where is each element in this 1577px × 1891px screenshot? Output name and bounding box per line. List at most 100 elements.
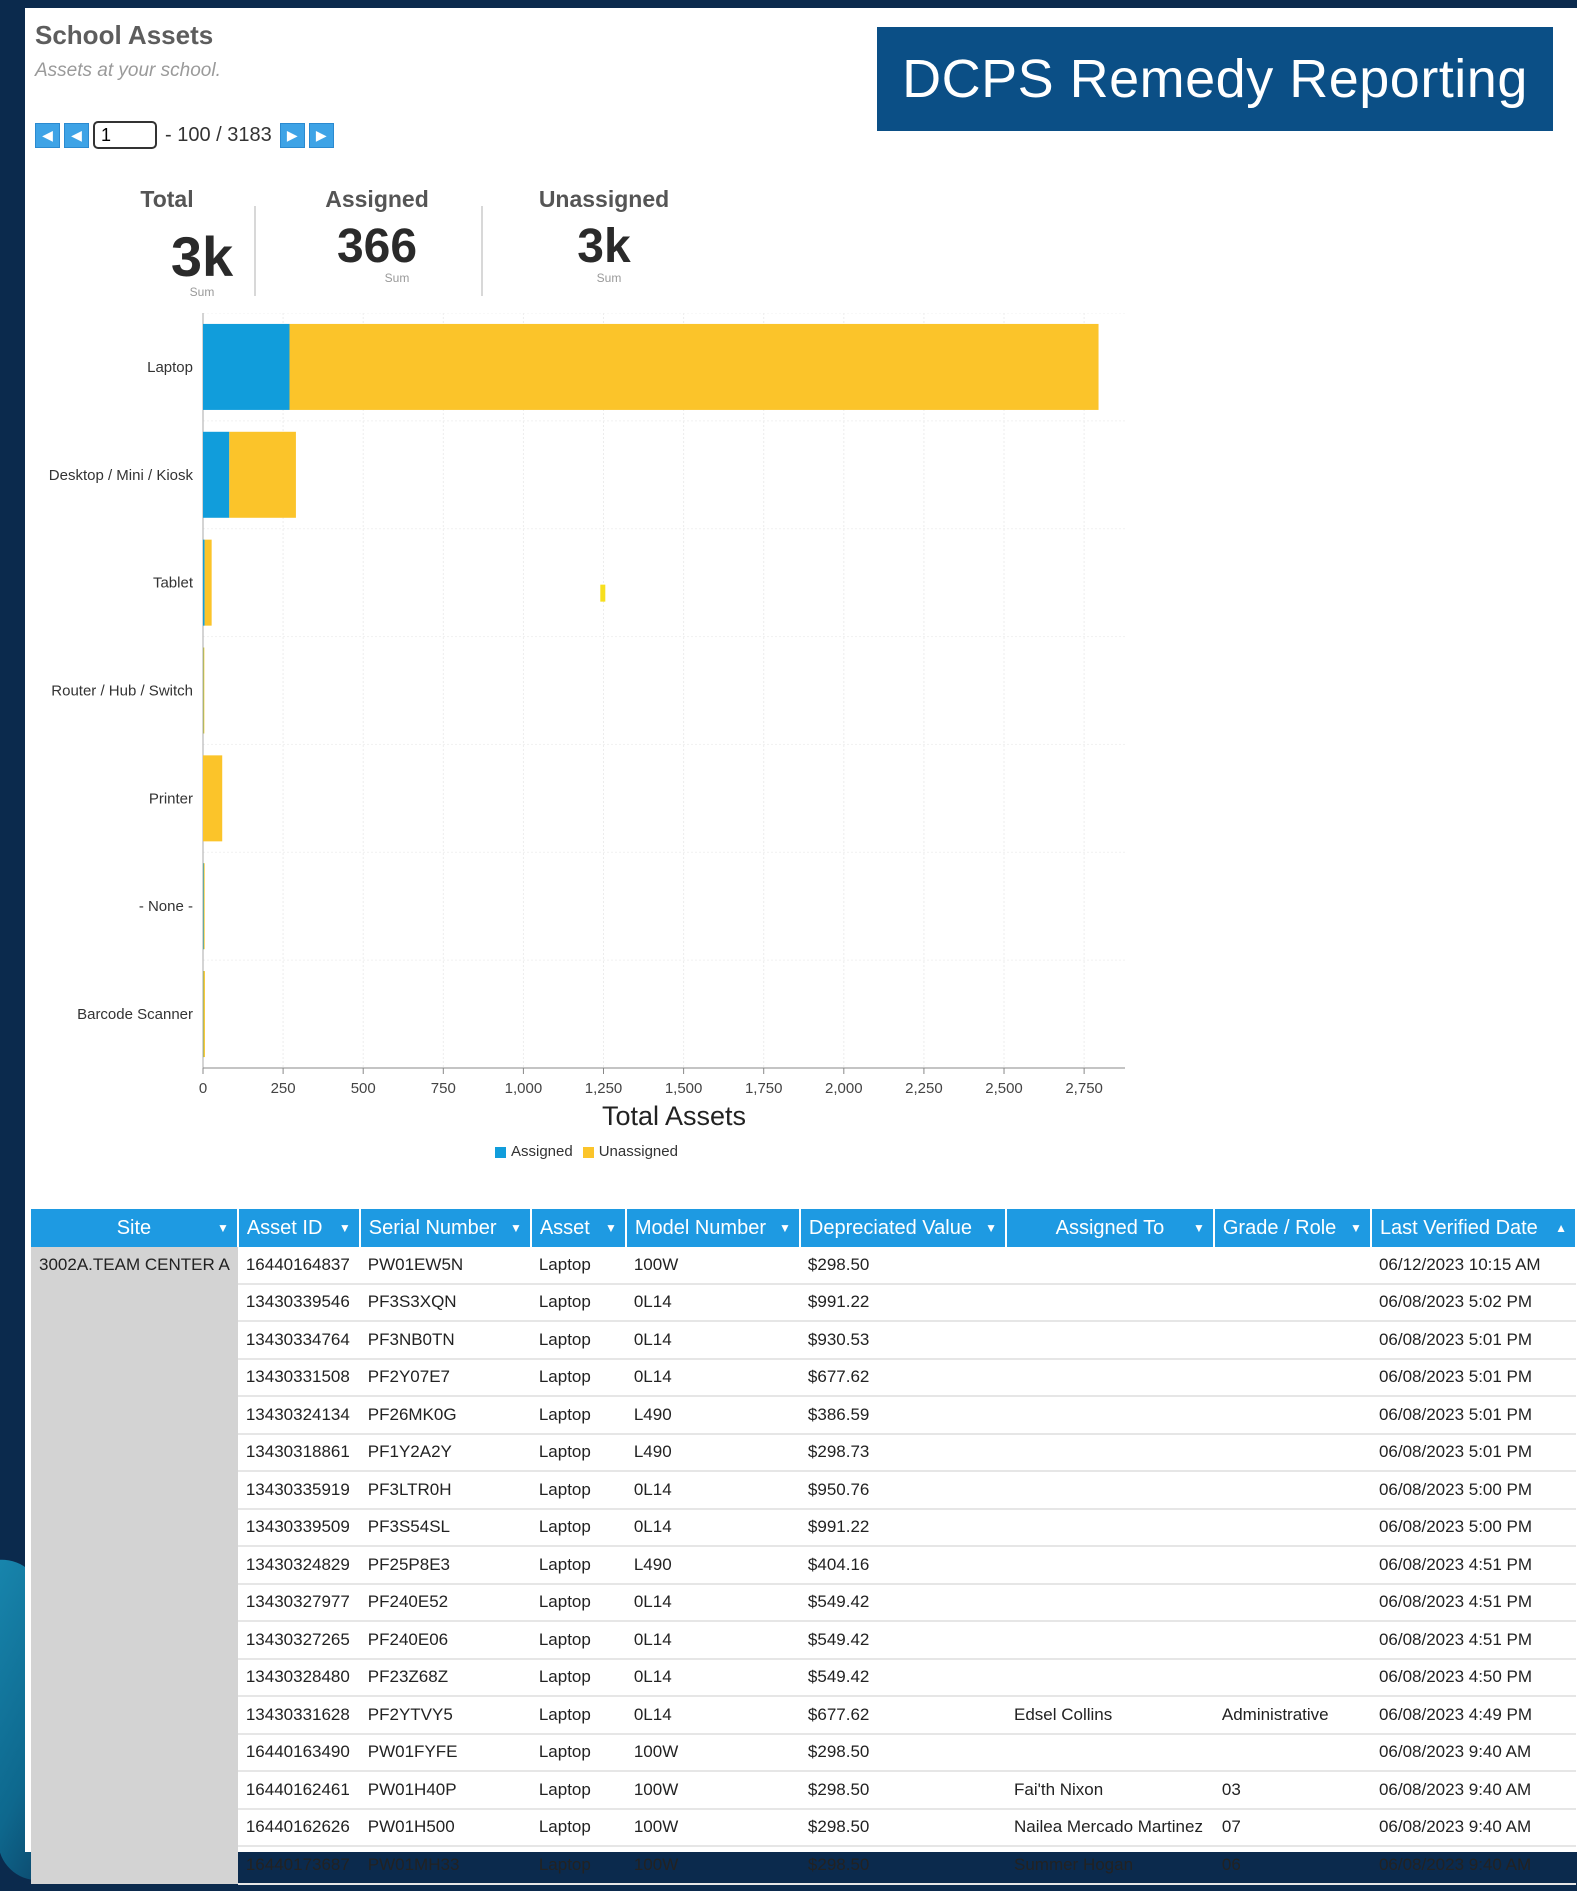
col-header-asset-id[interactable]: Asset ID ▼ (237, 1209, 361, 1247)
assigned-to-cell (1005, 1283, 1214, 1322)
serial-number-cell: PW01EW5N (359, 1247, 531, 1285)
chart-legend: Assigned Unassigned (495, 1143, 678, 1160)
first-page-icon[interactable]: ◀​ (35, 122, 60, 148)
col-header-serial-number[interactable]: Serial Number ▼ (359, 1209, 532, 1247)
table-row[interactable]: 13430327265 PF240E06 Laptop 0L14 $549.42 06/0… (31, 1621, 1576, 1660)
col-header-assigned-to[interactable]: Assigned To ▼ (1005, 1209, 1215, 1247)
sort-dropdown-icon: ▼ (509, 1221, 522, 1235)
assigned-to-cell (1005, 1358, 1214, 1397)
y-category-label: Barcode Scanner (77, 1006, 193, 1023)
asset-id-cell: 13430318861 (237, 1433, 360, 1472)
last-verified-date-cell: 06/12/2023 10:15 AM (1370, 1247, 1576, 1285)
depreciated-value-cell: $298.50 (799, 1771, 1006, 1810)
table-row[interactable]: 16440162461 PW01H40P Laptop 100W $298.50 Fai'… (31, 1771, 1576, 1810)
y-category-label: - None - (139, 898, 193, 915)
asset-id-cell: 16440162461 (237, 1771, 360, 1810)
depreciated-value-cell: $930.53 (799, 1321, 1006, 1360)
last-verified-date-cell: 06/08/2023 4:50 PM (1370, 1658, 1576, 1697)
y-category-label: Tablet (153, 575, 194, 592)
serial-number-cell: PF25P8E3 (359, 1546, 531, 1585)
grade-role-cell: 03 (1213, 1771, 1371, 1810)
sort-dropdown-icon: ▼ (338, 1221, 351, 1235)
asset-bar-chart: 0 250 500 750 1,000 1,250 1,500 1,750 2,000 2,250… (49, 313, 1125, 1131)
table-row[interactable]: 16440163490 PW01FYFE Laptop 100W $298.50 06/0… (31, 1733, 1576, 1772)
col-header-model-number[interactable]: Model Number ▼ (625, 1209, 801, 1247)
last-verified-date-cell: 06/08/2023 4:51 PM (1370, 1621, 1576, 1660)
table-row[interactable]: 13430324829 PF25P8E3 Laptop L490 $404.16 06/0… (31, 1546, 1576, 1585)
serial-number-cell: PF2YTVY5 (359, 1696, 531, 1735)
serial-number-cell: PF240E52 (359, 1583, 531, 1622)
grade-role-cell (1213, 1546, 1371, 1585)
sort-dropdown-icon: ▼ (1350, 1221, 1362, 1235)
table-row[interactable]: 3002A.TEAM CENTER A 16440164837 PW01EW5N La… (31, 1247, 1576, 1884)
table-row[interactable]: 13430328480 PF23Z68Z Laptop 0L14 $549.42 06/0… (31, 1658, 1576, 1697)
assigned-to-cell: Nailea Mercado Martinez (1005, 1808, 1214, 1847)
last-verified-date-cell: 06/08/2023 4:49 PM (1370, 1696, 1576, 1735)
model-number-cell: 100W (625, 1733, 800, 1772)
depreciated-value-cell: $677.62 (799, 1358, 1006, 1397)
col-header-depreciated-value[interactable]: Depreciated Value ▼ (799, 1209, 1007, 1247)
table-row[interactable]: 13430335919 PF3LTR0H Laptop 0L14 $950.76 06/0… (31, 1471, 1576, 1510)
asset-id-cell: 13430339509 (237, 1508, 360, 1547)
legend-unassigned[interactable]: Unassigned (582, 1143, 678, 1160)
depreciated-value-cell: $298.50 (799, 1808, 1006, 1847)
last-page-icon[interactable]: ▶​ (308, 122, 334, 148)
kpi-total-label: Total (140, 186, 194, 212)
serial-number-cell: PF2Y07E7 (359, 1358, 531, 1397)
table-row[interactable]: 13430339546 PF3S3XQN Laptop 0L14 $991.22 06/0… (31, 1283, 1576, 1322)
report-panel: School Assets Assets at your school. DCP… (25, 8, 1577, 1885)
table-row[interactable]: 13430331508 PF2Y07E7 Laptop 0L14 $677.62 06/0… (31, 1358, 1576, 1397)
serial-number-cell: PF3S54SL (359, 1508, 531, 1547)
kpi-unassigned-label: Unassigned (538, 186, 670, 212)
table-row[interactable]: 16440162626 PW01H500 Laptop 100W $298.50 Nail… (31, 1808, 1576, 1847)
y-category-label: Laptop (147, 359, 193, 376)
legend-swatch-assigned (495, 1146, 506, 1158)
table-row[interactable]: 13430339509 PF3S54SL Laptop 0L14 $991.22 06/0… (31, 1508, 1576, 1547)
bar-unassigned (203, 863, 205, 950)
asset-id-cell: 13430339546 (237, 1283, 360, 1322)
last-verified-date-cell: 06/08/2023 9:40 AM (1370, 1771, 1576, 1810)
table-row[interactable]: 13430331628 PF2YTVY5 Laptop 0L14 $677.62 Edse… (31, 1696, 1576, 1735)
asset-cell: Laptop (530, 1433, 626, 1472)
x-tick-label: 1,000 (505, 1080, 543, 1097)
grade-role-cell (1213, 1247, 1371, 1285)
grade-role-cell: 07 (1213, 1808, 1371, 1847)
assigned-to-cell (1005, 1621, 1214, 1660)
serial-number-cell: PW01FYFE (359, 1733, 531, 1772)
bar-unassigned (203, 971, 205, 1058)
table-row[interactable]: 13430324134 PF26MK0G Laptop L490 $386.59 06/0… (31, 1396, 1576, 1435)
assigned-to-cell (1005, 1583, 1214, 1622)
kpi-assigned-label: Assigned (325, 186, 429, 212)
col-header-asset[interactable]: Asset ▼ (530, 1209, 627, 1247)
last-verified-date-cell: 06/08/2023 5:00 PM (1370, 1508, 1576, 1547)
model-number-cell: 0L14 (625, 1658, 800, 1697)
col-header-last-verified-date[interactable]: Last Verified Date ▲ (1370, 1209, 1577, 1247)
col-header-site[interactable]: Site ▼ (31, 1209, 239, 1247)
asset-id-cell: 13430327977 (237, 1583, 360, 1622)
asset-cell: Laptop (530, 1358, 626, 1397)
serial-number-cell: PF3LTR0H (359, 1471, 531, 1510)
asset-cell: Laptop (530, 1733, 626, 1772)
serial-number-cell: PF240E06 (359, 1621, 531, 1660)
table-row[interactable]: 13430334764 PF3NB0TN Laptop 0L14 $930.53 06/0… (31, 1321, 1576, 1360)
legend-assigned[interactable]: Assigned (495, 1143, 573, 1160)
page-number-input[interactable] (93, 121, 157, 149)
x-tick-label: 1,500 (665, 1080, 703, 1097)
table-row[interactable]: 13430318861 PF1Y2A2Y Laptop L490 $298.73 06/0… (31, 1433, 1576, 1472)
depreciated-value-cell: $549.42 (799, 1621, 1006, 1660)
table-row[interactable]: 13430327977 PF240E52 Laptop 0L14 $549.42 06/0… (31, 1583, 1576, 1622)
last-verified-date-cell: 06/08/2023 5:01 PM (1370, 1358, 1576, 1397)
legend-swatch-unassigned (582, 1146, 594, 1158)
x-tick-label: 1,250 (585, 1080, 623, 1097)
grade-role-cell (1213, 1321, 1371, 1360)
assigned-to-cell: Edsel Collins (1005, 1696, 1214, 1735)
col-header-grade-role[interactable]: Grade / Role ▼ (1213, 1209, 1372, 1247)
serial-number-cell: PF3S3XQN (359, 1283, 531, 1322)
y-category-label: Desktop / Mini / Kiosk (49, 467, 194, 484)
kpi-assigned-sub: Sum (384, 271, 410, 285)
grade-role-cell (1213, 1621, 1371, 1660)
prev-page-icon[interactable]: ◀ (64, 122, 89, 148)
model-number-cell: 100W (625, 1808, 800, 1847)
next-page-icon[interactable]: ▶ (279, 122, 305, 148)
depreciated-value-cell: $404.16 (799, 1546, 1006, 1585)
